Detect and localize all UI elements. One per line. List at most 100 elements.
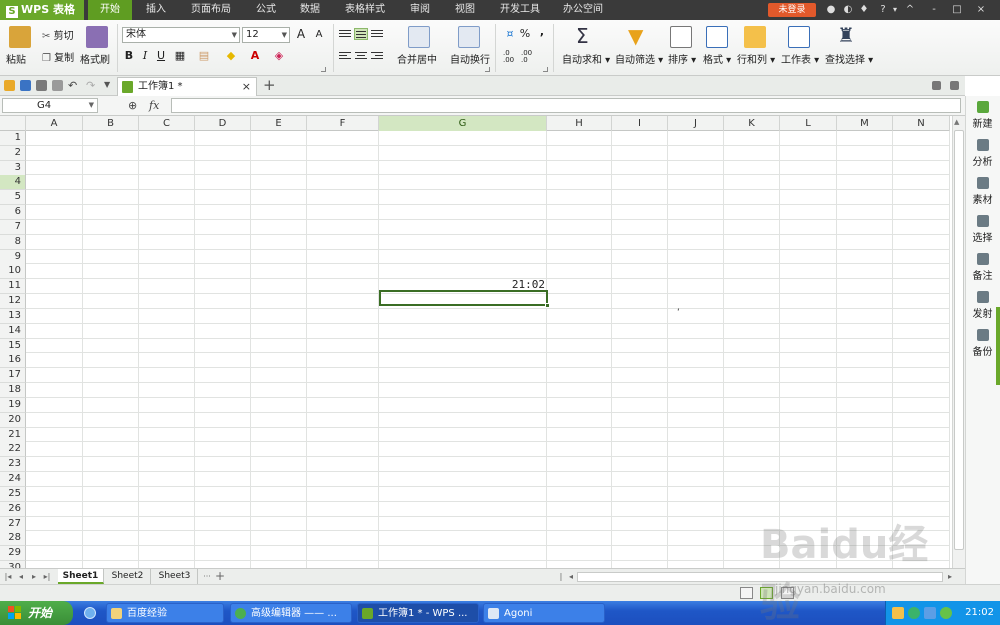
name-box[interactable]: G4 ▼: [2, 98, 98, 113]
underline-button[interactable]: U: [154, 49, 168, 63]
align-left-icon[interactable]: [338, 50, 352, 62]
row-header-12[interactable]: 12: [0, 294, 26, 310]
paste-button[interactable]: 粘贴: [6, 51, 26, 66]
sidebar-item-new[interactable]: 新建: [966, 98, 999, 134]
number-dialog-launcher[interactable]: [543, 67, 548, 72]
font-name-select[interactable]: 宋体 ▼: [122, 27, 240, 43]
help-dropdown-icon[interactable]: ▾: [888, 2, 902, 18]
tab-home[interactable]: 开始: [88, 0, 132, 20]
app-logo[interactable]: S WPS 表格: [0, 0, 84, 20]
minimize-icon[interactable]: -: [927, 2, 941, 18]
sort-icon[interactable]: [670, 26, 692, 48]
sigma-icon[interactable]: Σ: [576, 24, 589, 48]
row-header-5[interactable]: 5: [0, 190, 26, 206]
page-break-view-icon[interactable]: [760, 587, 773, 599]
sidebar-item-notes[interactable]: 备注: [966, 250, 999, 286]
tab-menu-icon[interactable]: [950, 81, 959, 90]
spreadsheet-grid[interactable]: A B C D E F G H I J K L M N 1 2 3 4 5 6 7 8 9 10 1…: [0, 116, 950, 568]
fill-handle[interactable]: [545, 303, 550, 308]
horizontal-scrollbar[interactable]: [577, 572, 943, 582]
print-preview-icon[interactable]: [52, 80, 63, 91]
align-center-icon[interactable]: [354, 50, 368, 62]
tray-security-icon[interactable]: [940, 607, 952, 619]
tray-network-icon[interactable]: [908, 607, 920, 619]
increase-decimal-button[interactable]: .0 .00: [503, 50, 523, 64]
format-painter-icon[interactable]: [86, 26, 108, 48]
row-header-25[interactable]: 25: [0, 486, 26, 502]
row-header-18[interactable]: 18: [0, 383, 26, 399]
feedback-icon[interactable]: ◐: [841, 2, 855, 18]
font-color-icon[interactable]: A: [248, 49, 262, 63]
tab-insert[interactable]: 插入: [138, 0, 174, 20]
row-header-30[interactable]: 30: [0, 561, 26, 568]
row-header-28[interactable]: 28: [0, 531, 26, 547]
fill-color-icon[interactable]: ◆: [224, 49, 238, 63]
format-button[interactable]: 格式 ▾: [703, 51, 731, 66]
merge-center-icon[interactable]: [408, 26, 430, 48]
italic-button[interactable]: I: [138, 49, 152, 63]
align-bottom-icon[interactable]: [370, 28, 384, 40]
sidebar-item-backup[interactable]: 备份: [966, 326, 999, 362]
merge-center-button[interactable]: 合并居中: [397, 51, 437, 66]
align-top-icon[interactable]: [338, 28, 352, 40]
scroll-left-icon[interactable]: ◂: [566, 569, 576, 584]
taskbar-clock[interactable]: 21:02: [965, 601, 994, 625]
row-header-7[interactable]: 7: [0, 219, 26, 235]
worksheet-icon[interactable]: [788, 26, 810, 48]
formula-input[interactable]: [171, 98, 961, 113]
column-header-n[interactable]: N: [893, 116, 950, 131]
close-window-icon[interactable]: ×: [974, 2, 988, 18]
row-header-21[interactable]: 21: [0, 427, 26, 443]
binoculars-icon[interactable]: ♜: [837, 23, 855, 47]
column-header-h[interactable]: H: [547, 116, 612, 131]
vertical-scrollbar[interactable]: ▲: [952, 116, 965, 568]
column-header-a[interactable]: A: [26, 116, 83, 131]
bold-button[interactable]: B: [122, 49, 136, 63]
row-header-13[interactable]: 13: [0, 308, 26, 324]
tab-data[interactable]: 数据: [292, 0, 328, 20]
column-header-k[interactable]: K: [724, 116, 780, 131]
row-header-19[interactable]: 19: [0, 397, 26, 413]
cut-button[interactable]: ✂ 剪切: [42, 27, 74, 42]
align-right-icon[interactable]: [370, 50, 384, 62]
autofilter-button[interactable]: 自动筛选 ▾: [615, 51, 663, 66]
vertical-scroll-thumb[interactable]: [954, 130, 964, 550]
alignment-dialog-launcher[interactable]: [485, 67, 490, 72]
normal-view-icon[interactable]: [740, 587, 753, 599]
tab-page-layout[interactable]: 页面布局: [186, 0, 236, 20]
align-middle-icon[interactable]: [354, 28, 368, 40]
font-size-select[interactable]: 12 ▼: [242, 27, 290, 43]
document-tab[interactable]: 工作簿1 * ×: [117, 77, 257, 96]
row-header-20[interactable]: 20: [0, 412, 26, 428]
active-cell-g4[interactable]: [379, 290, 550, 308]
row-header-8[interactable]: 8: [0, 234, 26, 250]
row-header-4[interactable]: 4: [0, 175, 26, 191]
copy-button[interactable]: ❐ 复制: [42, 49, 74, 64]
wrap-text-icon[interactable]: [458, 26, 480, 48]
row-header-1[interactable]: 1: [0, 131, 26, 146]
row-header-6[interactable]: 6: [0, 205, 26, 221]
column-header-b[interactable]: B: [83, 116, 139, 131]
column-header-e[interactable]: E: [251, 116, 307, 131]
tray-shield-icon[interactable]: [924, 607, 936, 619]
sidebar-item-analyze[interactable]: 分析: [966, 136, 999, 172]
tab-view[interactable]: 视图: [447, 0, 483, 20]
cell-style-icon[interactable]: ▤: [197, 49, 211, 63]
column-header-l[interactable]: L: [780, 116, 837, 131]
hscroll-splitter-icon[interactable]: |: [556, 569, 566, 584]
tray-user-icon[interactable]: [892, 607, 904, 619]
worksheet-button[interactable]: 工作表 ▾: [781, 51, 819, 66]
close-tab-icon[interactable]: ×: [242, 78, 251, 95]
taskbar-item-wps-workbook[interactable]: 工作簿1 * - WPS ...: [357, 603, 479, 623]
row-header-26[interactable]: 26: [0, 501, 26, 517]
row-header-23[interactable]: 23: [0, 457, 26, 473]
decrease-decimal-button[interactable]: .00 .0: [521, 50, 541, 64]
scroll-right-icon[interactable]: ▸: [945, 569, 955, 584]
row-header-9[interactable]: 9: [0, 249, 26, 265]
sidebar-item-material[interactable]: 素材: [966, 174, 999, 210]
shirt-icon[interactable]: ♦: [857, 2, 871, 18]
row-header-16[interactable]: 16: [0, 353, 26, 369]
row-header-3[interactable]: 3: [0, 160, 26, 176]
sheet-tab-1[interactable]: Sheet1: [58, 569, 104, 584]
column-header-g[interactable]: G: [379, 116, 547, 131]
